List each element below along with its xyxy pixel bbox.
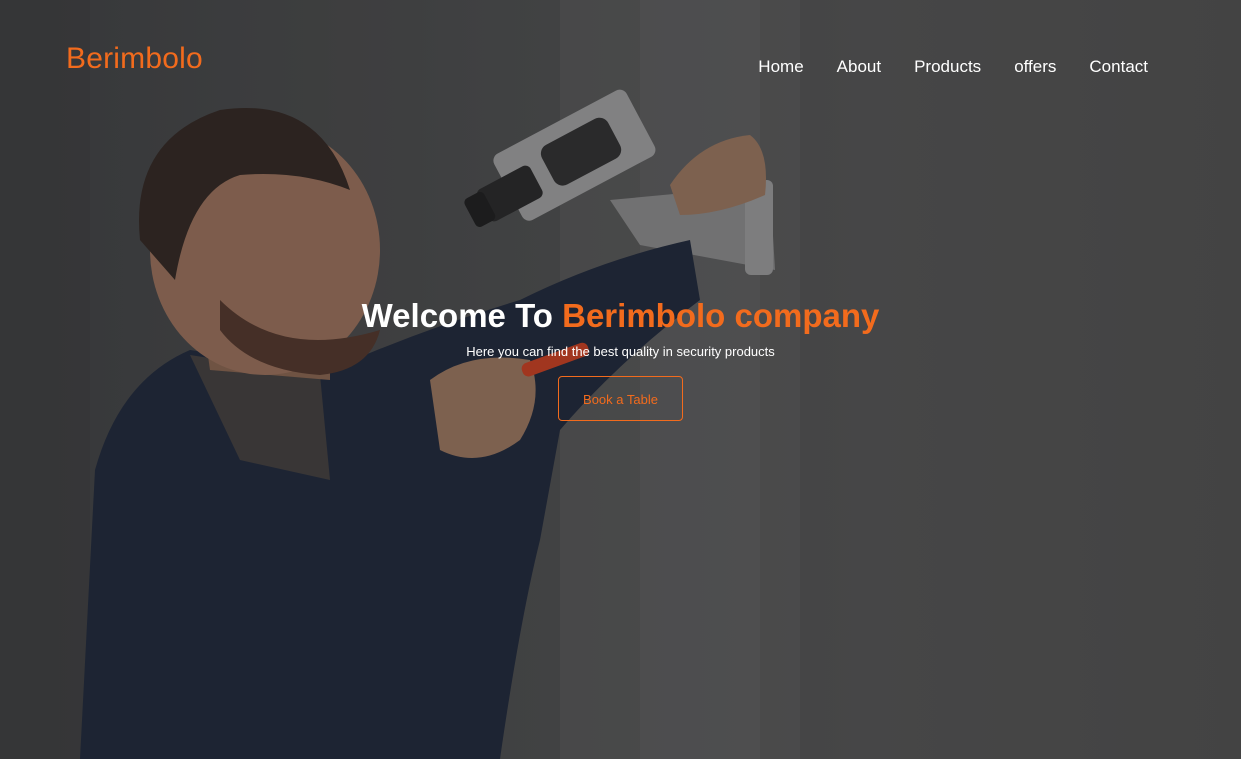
main-navigation: Home About Products offers Contact [758,56,1148,78]
nav-item-about[interactable]: About [837,56,881,78]
nav-item-products[interactable]: Products [914,56,981,78]
book-table-button[interactable]: Book a Table [558,376,683,421]
hero-section: Berimbolo Home About Products offers Con… [0,0,1241,759]
nav-item-offers[interactable]: offers [1014,56,1056,78]
hero-title-accent: Berimbolo company [562,297,880,334]
hero-subtitle: Here you can find the best quality in se… [466,344,775,359]
nav-item-contact[interactable]: Contact [1089,56,1148,78]
hero-title: Welcome To Berimbolo company [0,296,1241,336]
brand-logo[interactable]: Berimbolo [66,42,203,76]
hero-content: Welcome To Berimbolo company Here you ca… [0,296,1241,421]
hero-title-prefix: Welcome To [361,297,553,334]
nav-item-home[interactable]: Home [758,56,803,78]
